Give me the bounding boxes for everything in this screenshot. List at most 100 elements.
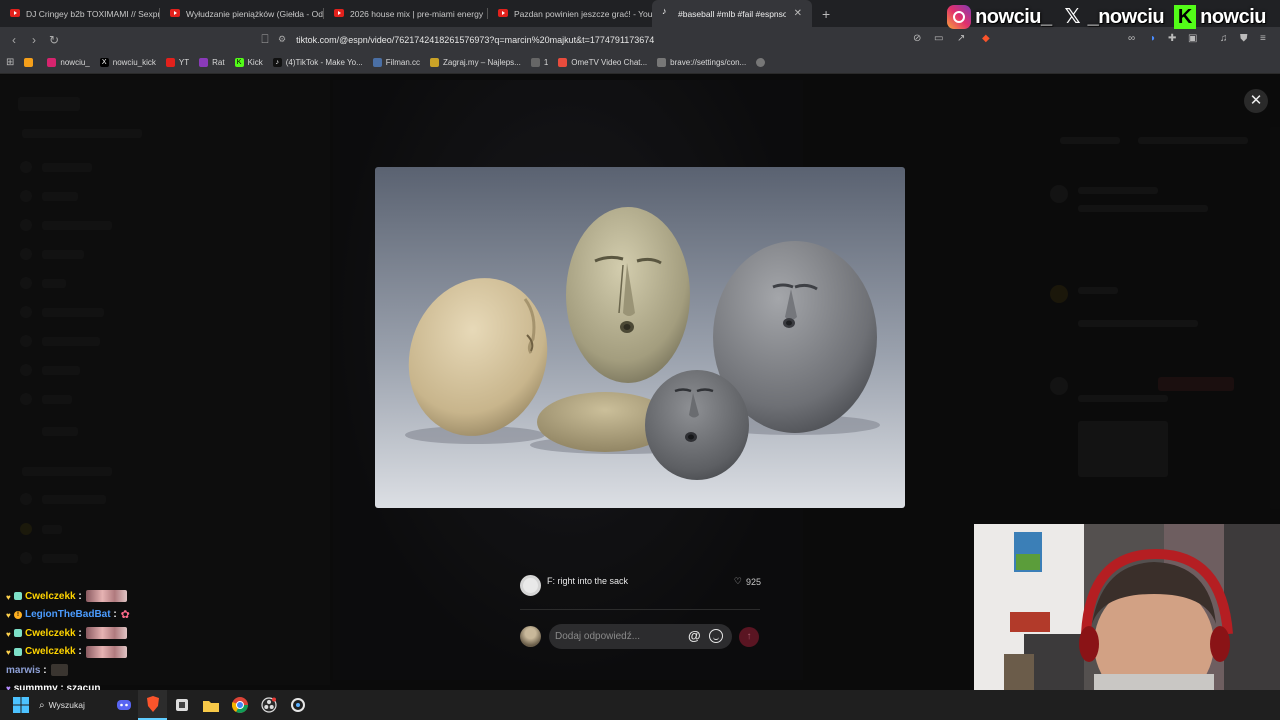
bookmark-item[interactable]: Xnowciu_kick <box>99 58 156 67</box>
puzzle-icon[interactable]: ✚ <box>1168 33 1176 44</box>
app-icon[interactable] <box>167 690 196 720</box>
webcam-feed <box>974 524 1280 690</box>
instagram-handle: nowciu_ <box>975 5 1052 28</box>
kick-icon: K <box>1174 5 1197 29</box>
youtube-icon <box>334 9 344 17</box>
bookmark-item[interactable]: nowciu_ <box>47 58 90 67</box>
bookmark-item[interactable]: OmeTV Video Chat... <box>558 58 647 67</box>
emote-image <box>85 627 127 640</box>
tab-4[interactable]: Pazdan powinien jeszcze grać! - YouT <box>488 0 652 27</box>
youtube-icon <box>498 9 508 17</box>
octopus-emote-icon: ✿ <box>120 609 130 622</box>
windows-taskbar: ⌕ Wyszukaj <box>0 690 1280 720</box>
music-icon[interactable]: ♫ <box>1220 33 1228 44</box>
globe-icon <box>756 58 766 67</box>
badge-icon: ! <box>14 610 22 619</box>
ometv-icon <box>558 58 568 67</box>
kick-icon: K <box>234 58 244 67</box>
tab-1[interactable]: DJ Cringey b2b TOXIMAMI // Sexpre <box>0 0 160 27</box>
youtube-icon <box>10 9 20 17</box>
chat-username: LegionTheBadBat <box>25 609 111 621</box>
no-tracking-icon[interactable]: ⊘ <box>913 33 921 44</box>
chat-colon: : <box>75 590 82 602</box>
menu-icon[interactable]: ≡ <box>1260 33 1266 44</box>
screen: { "browser": { "tabs": [ {"title": "DJ C… <box>0 0 1280 720</box>
game-icon <box>430 58 439 67</box>
tiktok-icon <box>662 6 672 17</box>
url-text: tiktok.com/@espn/video/76217424182615769… <box>296 34 655 45</box>
globe-icon <box>657 58 667 67</box>
bookmark-icon[interactable]: ⎕ <box>255 32 275 47</box>
heart-badge-icon: ♥ <box>6 592 11 602</box>
comment-image-stone-faces <box>375 167 905 508</box>
like-button[interactable]: ♡ 925 <box>734 576 761 587</box>
globe-icon <box>530 58 540 67</box>
heart-icon: ♡ <box>733 576 742 586</box>
windows-start-icon[interactable] <box>6 690 35 720</box>
taskbar-search[interactable]: ⌕ Wyszukaj <box>39 700 109 711</box>
chat-message: marwis : <box>6 661 206 680</box>
back-icon[interactable]: ‹ <box>4 33 24 47</box>
avatar[interactable] <box>520 575 541 596</box>
sub-badge-icon <box>14 592 22 601</box>
bookmark-item[interactable]: ♪ (4)TikTok - Make Yo... <box>272 58 363 67</box>
mention-icon[interactable]: @ <box>688 628 701 643</box>
new-tab-button[interactable]: + <box>822 6 830 22</box>
brave-shield-icon[interactable]: ◆ <box>982 33 990 44</box>
close-tab-icon[interactable]: ✕ <box>794 8 802 19</box>
emote-image <box>50 664 68 677</box>
comment-item: F: right into the sack ♡ 925 <box>520 572 765 598</box>
url-field[interactable]: ⚙ tiktok.com/@espn/video/762174241826157… <box>278 30 998 49</box>
forward-icon[interactable]: › <box>24 33 44 47</box>
bookmark-item[interactable]: Filman.cc <box>372 58 420 67</box>
bookmark-item[interactable]: Zagraj.my – Najleps... <box>430 58 521 67</box>
chat-message: ♥ Cwelczekk : <box>6 624 206 643</box>
reply-input[interactable]: Dodaj odpowiedź... @ <box>549 624 732 649</box>
chat-username: marwis <box>6 664 41 676</box>
search-icon: ⌕ <box>39 699 45 711</box>
discord-icon[interactable] <box>109 690 138 720</box>
apps-icon[interactable]: ⊞ <box>6 57 14 68</box>
bookmark-item[interactable]: brave://settings/con... <box>657 58 746 67</box>
chat-username: Cwelczekk <box>25 590 76 602</box>
reload-icon[interactable]: ↻ <box>44 33 64 47</box>
bookmark-item[interactable] <box>24 58 37 67</box>
cast-icon[interactable]: ▭ <box>934 33 943 44</box>
tab-2[interactable]: Wyłudzanie pieniążków (Giełda - Od <box>160 0 324 27</box>
stone-faces-illustration <box>375 167 905 508</box>
extension-icon[interactable]: ∞ <box>1128 33 1135 44</box>
chat-colon: : <box>110 609 117 621</box>
obs-icon[interactable] <box>254 690 283 720</box>
emoji-icon[interactable] <box>709 629 723 643</box>
send-button[interactable]: ↑ <box>739 627 759 647</box>
share-icon[interactable]: ↗ <box>957 33 965 44</box>
chat-colon: : <box>40 664 47 676</box>
heart-badge-icon: ♥ <box>6 629 11 639</box>
instagram-icon <box>47 58 57 67</box>
sidebar-icon[interactable]: ▣ <box>1188 33 1197 44</box>
tab-5-active[interactable]: #baseball #mlb #fail #espnsocial✕ <box>652 0 812 27</box>
chat-message: ♥! LegionTheBadBat : ✿ <box>6 606 206 625</box>
avatar <box>520 626 541 647</box>
like-count: 925 <box>745 576 761 587</box>
chrome-icon[interactable] <box>225 690 254 720</box>
file-explorer-icon[interactable] <box>196 690 225 720</box>
instagram-icon <box>947 5 972 29</box>
brave-browser-icon[interactable] <box>138 690 167 720</box>
youtube-icon <box>165 58 175 67</box>
bookmark-item[interactable]: Rat <box>199 58 225 67</box>
heart-badge-icon: ♥ <box>6 648 11 658</box>
vpn-icon[interactable]: ⛊ <box>1240 33 1248 44</box>
bookmark-item[interactable] <box>756 58 769 67</box>
search-app-icon[interactable] <box>283 690 312 720</box>
audio-icon[interactable]: ◗ <box>1150 33 1156 44</box>
tab-3[interactable]: 2026 house mix | pre-miami energy <box>324 0 488 27</box>
bookmark-item[interactable]: YT <box>165 58 189 67</box>
chat-colon: : <box>75 627 82 639</box>
bookmark-item[interactable]: K Kick <box>234 58 263 67</box>
site-info-icon[interactable]: ⚙ <box>278 34 286 45</box>
twitch-icon <box>199 58 209 67</box>
x-icon: X <box>99 58 109 67</box>
close-modal-button[interactable]: ✕ <box>1244 89 1268 113</box>
bookmark-item[interactable]: 1 <box>530 58 548 67</box>
